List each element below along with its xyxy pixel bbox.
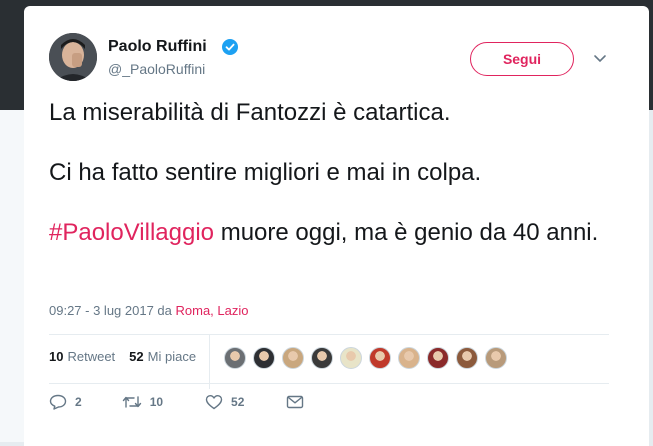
like-stat-label: Mi piace bbox=[147, 349, 197, 364]
reply-count: 2 bbox=[75, 395, 82, 409]
location-link[interactable]: Roma, Lazio bbox=[176, 303, 249, 318]
divider bbox=[49, 383, 609, 384]
tweet-timestamp[interactable]: 09:27 - 3 lug 2017 bbox=[49, 303, 154, 318]
like-action[interactable]: 52 bbox=[205, 394, 244, 410]
tweet-actions: 2 10 52 bbox=[49, 394, 304, 410]
heart-icon bbox=[205, 395, 223, 410]
like-stat[interactable]: 52 Mi piace bbox=[129, 349, 196, 364]
location-prefix: da bbox=[153, 303, 176, 318]
retweet-action[interactable]: 10 bbox=[122, 394, 163, 410]
stats-separator bbox=[209, 335, 210, 389]
like-stat-count: 52 bbox=[129, 349, 144, 364]
backdrop-strip bbox=[0, 110, 24, 442]
reply-icon bbox=[49, 394, 67, 410]
tweet-text-segment: muore oggi, ma è genio da 40 anni. bbox=[214, 219, 599, 246]
retweet-stat-label: Retweet bbox=[67, 349, 116, 364]
liker-avatar[interactable] bbox=[398, 347, 420, 369]
liker-avatar[interactable] bbox=[427, 347, 449, 369]
chevron-down-icon[interactable] bbox=[593, 53, 607, 65]
verified-badge-icon bbox=[222, 39, 238, 55]
author-name[interactable]: Paolo Ruffini bbox=[108, 38, 207, 56]
tweet-card: Paolo Ruffini @_PaoloRuffini Segui La mi… bbox=[24, 6, 649, 446]
liker-avatar[interactable] bbox=[282, 347, 304, 369]
divider bbox=[49, 334, 609, 335]
follow-button[interactable]: Segui bbox=[470, 42, 574, 76]
liker-avatar[interactable] bbox=[311, 347, 333, 369]
direct-message-action[interactable] bbox=[286, 395, 304, 409]
liker-avatar[interactable] bbox=[369, 347, 391, 369]
tweet-stats: 10 Retweet 52 Mi piace bbox=[49, 349, 196, 364]
author-handle[interactable]: @_PaoloRuffini bbox=[108, 61, 205, 77]
retweet-stat-count: 10 bbox=[49, 349, 64, 364]
retweet-count: 10 bbox=[149, 395, 164, 409]
liker-avatar[interactable] bbox=[485, 347, 507, 369]
hashtag-link[interactable]: #PaoloVillaggio bbox=[49, 219, 214, 246]
tweet-text-line: La miserabilità di Fantozzi è catartica. bbox=[49, 99, 451, 126]
liker-avatar[interactable] bbox=[340, 347, 362, 369]
liker-avatar[interactable] bbox=[224, 347, 246, 369]
envelope-icon bbox=[287, 395, 304, 409]
liker-avatars bbox=[224, 347, 514, 369]
tweet-meta: 09:27 - 3 lug 2017 da Roma, Lazio bbox=[49, 303, 248, 318]
tweet-text-line: #PaoloVillaggio muore oggi, ma è genio d… bbox=[49, 218, 609, 248]
retweet-icon bbox=[122, 396, 141, 408]
tweet-text: La miserabilità di Fantozzi è catartica.… bbox=[49, 98, 609, 248]
retweet-stat[interactable]: 10 Retweet bbox=[49, 349, 115, 364]
reply-action[interactable]: 2 bbox=[49, 394, 82, 410]
tweet-text-line: Ci ha fatto sentire migliori e mai in co… bbox=[49, 159, 482, 186]
liker-avatar[interactable] bbox=[253, 347, 275, 369]
liker-avatar[interactable] bbox=[456, 347, 478, 369]
like-count: 52 bbox=[231, 395, 245, 409]
author-avatar[interactable] bbox=[49, 33, 97, 81]
